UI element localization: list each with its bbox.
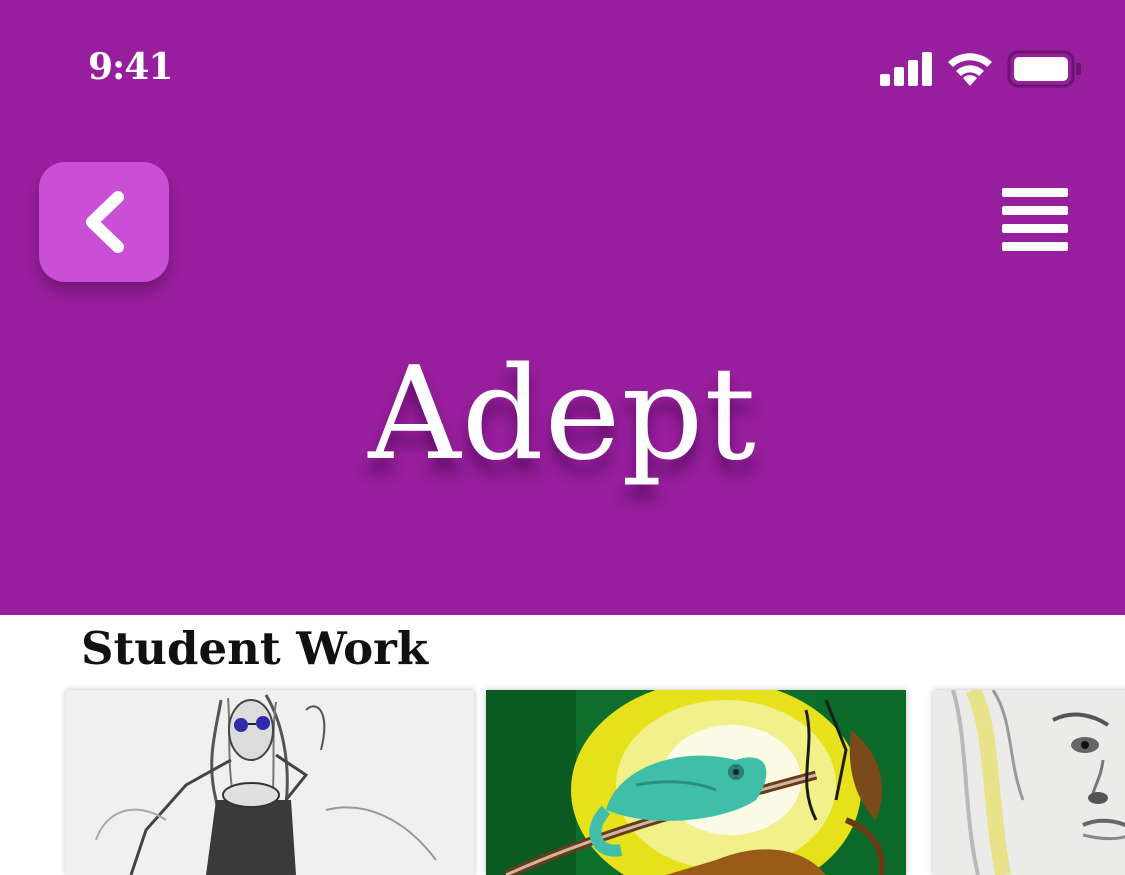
wifi-icon xyxy=(948,53,992,86)
menu-bar xyxy=(1002,188,1068,197)
pencil-drawing-image xyxy=(933,690,1125,875)
section-title: Student Work xyxy=(81,622,429,675)
chevron-left-icon xyxy=(86,191,124,253)
artwork-chameleon-painting[interactable] xyxy=(486,690,906,875)
menu-bar xyxy=(1002,224,1068,233)
hamburger-menu-icon[interactable] xyxy=(998,186,1072,258)
painting-image xyxy=(486,690,906,875)
menu-bar xyxy=(1002,242,1068,251)
back-button[interactable] xyxy=(39,162,169,282)
artwork-face-portrait[interactable] xyxy=(933,690,1125,875)
menu-bar xyxy=(1002,206,1068,215)
app-header: 9:41 Adept xyxy=(0,0,1125,615)
status-time: 9:41 xyxy=(88,46,173,88)
student-work-gallery xyxy=(0,690,1125,875)
battery-icon xyxy=(1007,50,1081,88)
artwork-sketch-girl-sunglasses[interactable] xyxy=(66,690,474,875)
page-title: Adept xyxy=(368,340,757,489)
pencil-drawing-image xyxy=(66,690,474,875)
signal-icon xyxy=(880,52,932,86)
